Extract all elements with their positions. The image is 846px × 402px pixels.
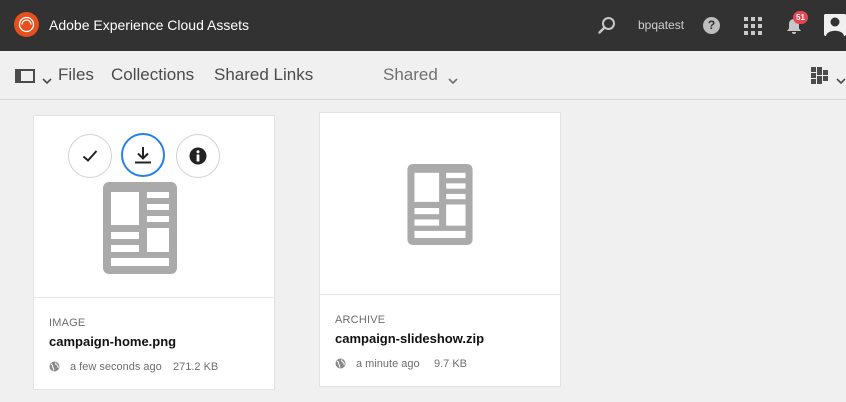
asset-type: IMAGE bbox=[49, 317, 86, 329]
apps-grid-icon[interactable] bbox=[744, 17, 762, 35]
asset-card[interactable]: ARCHIVE campaign-slideshow.zip a minute … bbox=[319, 112, 561, 387]
tab-shared-links[interactable]: Shared Links bbox=[214, 65, 313, 85]
info-icon[interactable] bbox=[176, 134, 220, 178]
download-icon[interactable] bbox=[121, 133, 165, 177]
help-icon[interactable]: ? bbox=[703, 17, 720, 34]
asset-thumbnail[interactable] bbox=[320, 113, 560, 295]
app-title[interactable]: Adobe Experience Cloud Assets bbox=[49, 17, 249, 33]
document-placeholder-icon bbox=[103, 182, 177, 274]
asset-size: 9.7 KB bbox=[434, 358, 468, 370]
globe-icon bbox=[335, 358, 346, 369]
asset-title[interactable]: campaign-slideshow.zip bbox=[335, 331, 484, 346]
adobe-logo-icon[interactable] bbox=[14, 12, 39, 37]
notification-badge[interactable]: 51 bbox=[793, 11, 808, 24]
document-placeholder-icon bbox=[407, 164, 473, 245]
chevron-down-icon[interactable] bbox=[836, 72, 846, 90]
asset-modified-time: a minute ago bbox=[356, 358, 420, 370]
select-check-icon[interactable] bbox=[68, 134, 112, 178]
action-bar: Files Collections Shared Links Shared bbox=[0, 51, 846, 100]
asset-type: ARCHIVE bbox=[335, 314, 386, 326]
asset-size: 271.2 KB bbox=[173, 361, 219, 373]
chevron-down-icon[interactable] bbox=[448, 72, 458, 90]
asset-modified-time: a few seconds ago bbox=[70, 361, 162, 373]
username-label[interactable]: bpqatest bbox=[638, 18, 684, 32]
user-avatar-icon[interactable] bbox=[824, 14, 846, 36]
shell-header: Adobe Experience Cloud Assets bpqatest ?… bbox=[0, 0, 846, 51]
search-icon[interactable] bbox=[597, 16, 617, 41]
asset-meta: a few seconds ago 271.2 KB bbox=[49, 361, 259, 375]
shared-filter-dropdown[interactable]: Shared bbox=[383, 65, 438, 85]
globe-icon bbox=[49, 361, 60, 372]
rail-toggle-icon[interactable] bbox=[15, 69, 35, 88]
tab-collections[interactable]: Collections bbox=[111, 65, 194, 85]
asset-meta: a minute ago 9.7 KB bbox=[335, 358, 545, 372]
view-switcher-icon[interactable] bbox=[811, 67, 828, 89]
tab-files[interactable]: Files bbox=[58, 65, 94, 85]
asset-thumbnail[interactable] bbox=[34, 116, 274, 298]
asset-title[interactable]: campaign-home.png bbox=[49, 334, 176, 349]
chevron-down-icon[interactable] bbox=[42, 72, 52, 90]
asset-card[interactable]: IMAGE campaign-home.png a few seconds ag… bbox=[33, 115, 275, 390]
